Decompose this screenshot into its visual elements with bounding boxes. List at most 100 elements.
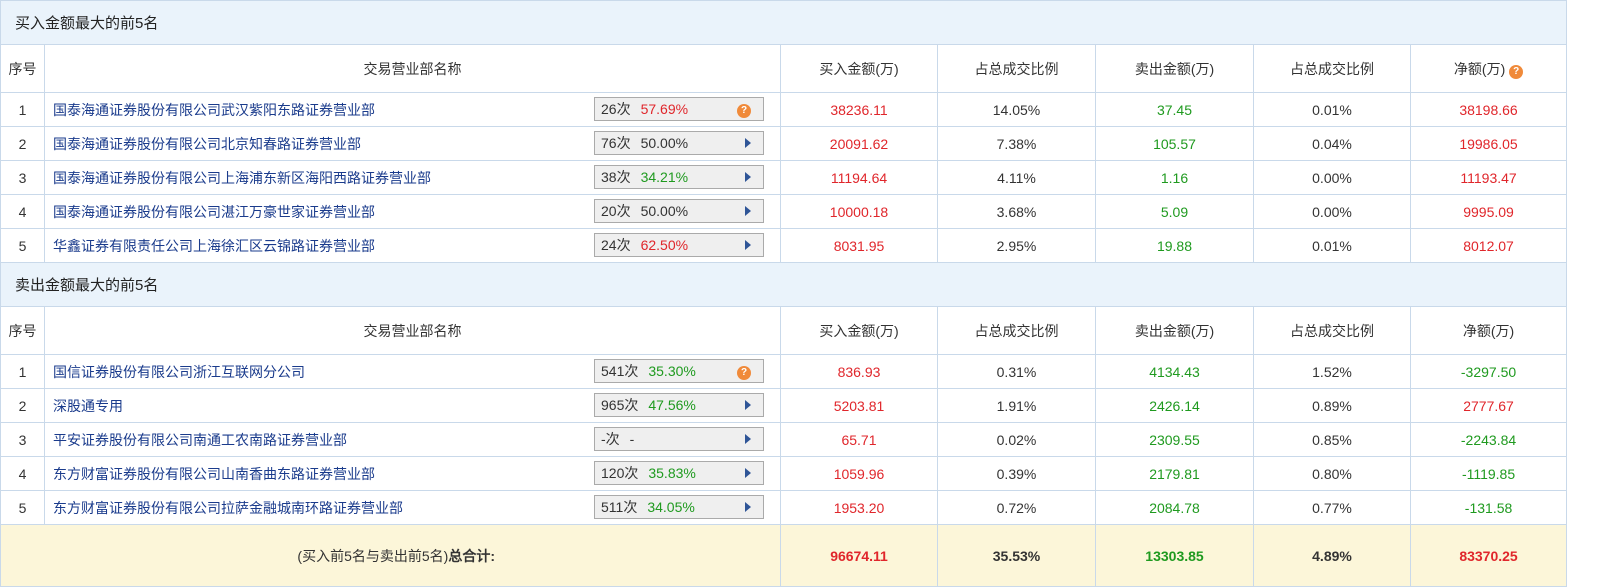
branch-name-link[interactable]: 东方财富证券股份有限公司山南香曲东路证券营业部 xyxy=(53,466,375,482)
success-rate: 35.83% xyxy=(648,465,695,481)
net-amount: -1119.85 xyxy=(1411,457,1567,491)
branch-stats-button[interactable]: 511次34.05% xyxy=(594,495,764,519)
branch-stats-button[interactable]: 38次 34.21% xyxy=(594,165,764,189)
net-amount: -131.58 xyxy=(1411,491,1567,525)
branch-stats-button[interactable]: 24次62.50% xyxy=(594,233,764,257)
row-number: 5 xyxy=(1,491,45,525)
branch-name-link[interactable]: 平安证券股份有限公司南通工农南路证券营业部 xyxy=(53,432,347,448)
total-label: (买入前5名与卖出前5名) xyxy=(297,548,448,564)
sell-ratio: 0.00% xyxy=(1254,195,1411,229)
times-count: 24次 xyxy=(601,235,631,255)
branch-name-link[interactable]: 国泰海通证券股份有限公司湛江万豪世家证券营业部 xyxy=(53,204,375,220)
arrow-right-icon[interactable] xyxy=(745,468,751,478)
row-number: 3 xyxy=(1,423,45,457)
arrow-right-icon[interactable] xyxy=(745,172,751,182)
success-rate: 34.05% xyxy=(647,499,694,515)
total-label-bold: 总合计: xyxy=(448,548,495,564)
times-count: 541次 xyxy=(601,361,638,381)
buy-ratio: 7.38% xyxy=(938,127,1096,161)
sell-ratio: 0.85% xyxy=(1254,423,1411,457)
net-amount: 38198.66 xyxy=(1411,93,1567,127)
branch-stats-button[interactable]: -次- xyxy=(594,427,764,451)
times-count: 26次 xyxy=(601,99,631,119)
times-count: 120次 xyxy=(601,463,638,483)
sell-amount: 4134.43 xyxy=(1096,355,1254,389)
buy-ratio: 3.68% xyxy=(938,195,1096,229)
branch-stats-button[interactable]: 965次47.56% xyxy=(594,393,764,417)
sell-amount: 2426.14 xyxy=(1096,389,1254,423)
branch-stats-button[interactable]: 20次50.00% xyxy=(594,199,764,223)
help-icon[interactable]: ? xyxy=(737,366,751,380)
table-row: 2 深股通专用 965次47.56% 5203.81 1.91% 2426.14… xyxy=(1,389,1567,423)
success-rate: 50.00% xyxy=(641,203,688,219)
branch-name-link[interactable]: 深股通专用 xyxy=(53,398,123,414)
buy-ratio: 0.39% xyxy=(938,457,1096,491)
branch-name-link[interactable]: 国泰海通证券股份有限公司上海浦东新区海阳西路证券营业部 xyxy=(53,170,431,186)
net-amount: -2243.84 xyxy=(1411,423,1567,457)
buy-ratio: 0.31% xyxy=(938,355,1096,389)
times-count: 38次 xyxy=(601,167,631,187)
sell-ratio: 0.00% xyxy=(1254,161,1411,195)
branch-stats-button[interactable]: 76次50.00% xyxy=(594,131,764,155)
branch-stats-button[interactable]: 541次35.30%? xyxy=(594,359,764,383)
sell-amount: 37.45 xyxy=(1096,93,1254,127)
column-header: 净额(万) ? xyxy=(1411,45,1567,93)
net-amount: 9995.09 xyxy=(1411,195,1567,229)
total-buy-pct: 35.53% xyxy=(993,548,1040,564)
buy-ratio: 1.91% xyxy=(938,389,1096,423)
net-amount: 19986.05 xyxy=(1411,127,1567,161)
branch-name-link[interactable]: 东方财富证券股份有限公司拉萨金融城南环路证券营业部 xyxy=(53,500,403,516)
column-header: 卖出金额(万) xyxy=(1096,307,1254,355)
sell-amount: 19.88 xyxy=(1096,229,1254,263)
table-row: 3 平安证券股份有限公司南通工农南路证券营业部 -次- 65.71 0.02% … xyxy=(1,423,1567,457)
buy-amount: 8031.95 xyxy=(781,229,938,263)
arrow-right-icon[interactable] xyxy=(745,138,751,148)
column-header: 卖出金额(万) xyxy=(1096,45,1254,93)
buy-amount: 1953.20 xyxy=(781,491,938,525)
success-rate: 50.00% xyxy=(641,135,688,151)
help-icon[interactable]: ? xyxy=(1509,65,1523,79)
buy-ratio: 14.05% xyxy=(938,93,1096,127)
branch-name-link[interactable]: 华鑫证券有限责任公司上海徐汇区云锦路证券营业部 xyxy=(53,238,375,254)
buy-amount: 11194.64 xyxy=(781,161,938,195)
buy-amount: 65.71 xyxy=(781,423,938,457)
column-header: 序号 xyxy=(1,45,45,93)
help-icon[interactable]: ? xyxy=(737,104,751,118)
table-row: 2 国泰海通证券股份有限公司北京知春路证券营业部 76次50.00% 20091… xyxy=(1,127,1567,161)
table-row: 5 东方财富证券股份有限公司拉萨金融城南环路证券营业部 511次34.05% 1… xyxy=(1,491,1567,525)
branch-stats-button[interactable]: 120次 35.83% xyxy=(594,461,764,485)
column-header: 买入金额(万) xyxy=(781,307,938,355)
column-header: 交易营业部名称 xyxy=(45,45,781,93)
arrow-right-icon[interactable] xyxy=(745,400,751,410)
row-number: 4 xyxy=(1,457,45,491)
sell-ratio: 1.52% xyxy=(1254,355,1411,389)
arrow-right-icon[interactable] xyxy=(745,206,751,216)
success-rate: 57.69% xyxy=(641,101,688,117)
sell-amount: 5.09 xyxy=(1096,195,1254,229)
buy-amount: 5203.81 xyxy=(781,389,938,423)
sell-amount: 2309.55 xyxy=(1096,423,1254,457)
total-sell-pct: 4.89% xyxy=(1312,548,1352,564)
branch-name-link[interactable]: 国泰海通证券股份有限公司武汉紫阳东路证券营业部 xyxy=(53,102,375,118)
times-count: -次 xyxy=(601,429,620,449)
branch-name-link[interactable]: 国信证券股份有限公司浙江互联网分公司 xyxy=(53,364,305,380)
buy-amount: 1059.96 xyxy=(781,457,938,491)
buy-amount: 38236.11 xyxy=(781,93,938,127)
sell-ratio: 0.89% xyxy=(1254,389,1411,423)
sell-amount: 2179.81 xyxy=(1096,457,1254,491)
success-rate: 34.21% xyxy=(641,169,688,185)
arrow-right-icon[interactable] xyxy=(745,502,751,512)
branch-stats-button[interactable]: 26次 57.69%? xyxy=(594,97,764,121)
arrow-right-icon[interactable] xyxy=(745,240,751,250)
buy-amount: 10000.18 xyxy=(781,195,938,229)
sell-header-row: 序号交易营业部名称买入金额(万)占总成交比例卖出金额(万)占总成交比例净额(万) xyxy=(1,307,1567,355)
row-number: 5 xyxy=(1,229,45,263)
table-row: 4 东方财富证券股份有限公司山南香曲东路证券营业部 120次 35.83% 105… xyxy=(1,457,1567,491)
dragon-tiger-table: 买入金额最大的前5名序号交易营业部名称买入金额(万)占总成交比例卖出金额(万)占… xyxy=(0,0,1567,587)
row-number: 1 xyxy=(1,93,45,127)
arrow-right-icon[interactable] xyxy=(745,434,751,444)
sell-amount: 105.57 xyxy=(1096,127,1254,161)
row-number: 4 xyxy=(1,195,45,229)
branch-name-link[interactable]: 国泰海通证券股份有限公司北京知春路证券营业部 xyxy=(53,136,361,152)
sell-ratio: 0.77% xyxy=(1254,491,1411,525)
